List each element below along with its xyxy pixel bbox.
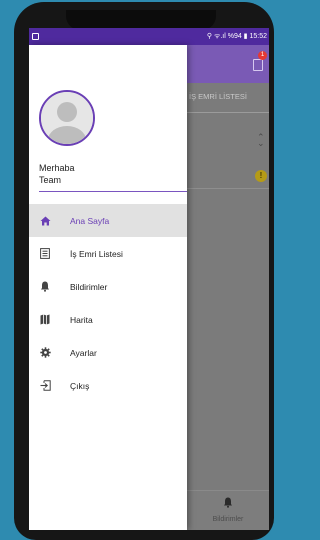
- map-icon: [39, 314, 51, 326]
- bottom-nav-label[interactable]: Bildirimler: [187, 516, 269, 523]
- document-icon[interactable]: [253, 59, 263, 71]
- drawer-item-bildirimler[interactable]: Bildirimler: [29, 270, 187, 303]
- greeting: Merhaba Team: [39, 162, 75, 186]
- row-divider: [187, 188, 269, 189]
- status-right-text: ⚲ ᯤ.ıl %94 ▮ 15:52: [206, 33, 267, 40]
- avatar[interactable]: [39, 90, 95, 146]
- status-bar: ⚲ ᯤ.ıl %94 ▮ 15:52: [29, 28, 269, 45]
- warning-icon: !: [255, 170, 267, 182]
- tab-underline: [187, 112, 269, 113]
- greeting-line1: Merhaba: [39, 163, 75, 173]
- chevron-up-down-icon[interactable]: ⌃ ⌄: [257, 133, 265, 148]
- tab-is-emri-listesi[interactable]: İŞ EMRİ LİSTESİ: [187, 92, 269, 101]
- drawer-item-ayarlar[interactable]: Ayarlar: [29, 336, 187, 369]
- user-silhouette-icon: [41, 92, 93, 144]
- drawer-menu: Ana Sayfa İş Emri Listesi Bildirimler Ha…: [29, 204, 187, 402]
- screen: ⚲ ᯤ.ıl %94 ▮ 15:52 1 İŞ EMRİ LİSTESİ ⌃ ⌄ …: [29, 28, 269, 530]
- app-bar: 1: [187, 45, 269, 83]
- drawer-item-label: Bildirimler: [70, 281, 108, 292]
- phone-notch: [66, 10, 216, 30]
- exit-icon: [39, 380, 51, 392]
- navigation-drawer: Merhaba Team Ana Sayfa İş Emri Listesi B…: [29, 45, 187, 530]
- drawer-item-label: Ayarlar: [70, 347, 97, 358]
- greeting-username: Team: [39, 175, 62, 185]
- notification-badge: 1: [258, 51, 267, 60]
- drawer-item-is-emri-listesi[interactable]: İş Emri Listesi: [29, 237, 187, 270]
- drawer-item-label: Ana Sayfa: [70, 215, 110, 226]
- dimmed-content[interactable]: [187, 83, 269, 530]
- bottom-nav: Bildirimler: [187, 490, 269, 530]
- drawer-item-ana-sayfa[interactable]: Ana Sayfa: [29, 204, 187, 237]
- drawer-item-harita[interactable]: Harita: [29, 303, 187, 336]
- drawer-item-cikis[interactable]: Çıkış: [29, 369, 187, 402]
- gear-icon: [39, 347, 51, 359]
- drawer-item-label: Çıkış: [70, 380, 90, 391]
- drawer-item-label: Harita: [70, 314, 93, 325]
- list-icon: [39, 248, 51, 260]
- home-icon: [39, 215, 51, 227]
- sim-icon: [32, 33, 39, 40]
- bell-icon[interactable]: [223, 497, 233, 511]
- drawer-item-label: İş Emri Listesi: [70, 248, 123, 259]
- bell-icon: [39, 281, 51, 293]
- header-divider: [39, 191, 187, 192]
